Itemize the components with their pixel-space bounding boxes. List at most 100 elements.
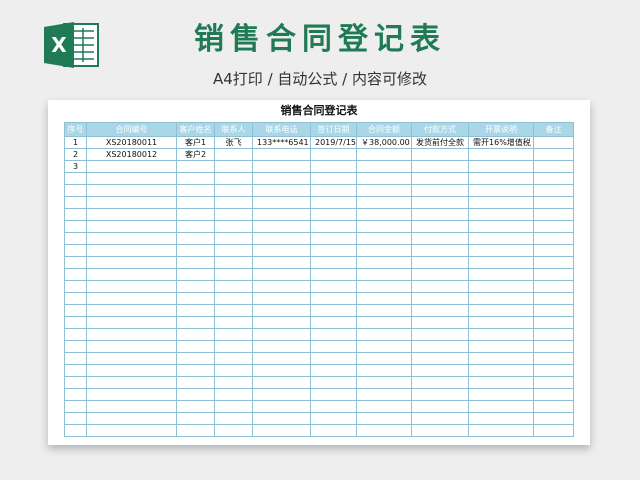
table-cell[interactable] — [309, 316, 358, 329]
table-cell[interactable] — [468, 316, 535, 329]
table-cell[interactable] — [411, 400, 470, 413]
table-cell[interactable] — [214, 292, 253, 305]
table-cell[interactable] — [468, 184, 535, 197]
table-cell[interactable] — [86, 196, 177, 209]
table-cell[interactable] — [309, 160, 358, 173]
table-cell[interactable] — [176, 292, 215, 305]
table-cell[interactable] — [64, 184, 87, 197]
table-cell[interactable] — [214, 184, 253, 197]
table-cell[interactable] — [176, 304, 215, 317]
table-cell[interactable] — [176, 220, 215, 233]
table-cell[interactable] — [356, 256, 413, 269]
table-cell[interactable] — [533, 208, 575, 221]
table-cell[interactable] — [411, 232, 470, 245]
table-cell[interactable] — [411, 244, 470, 257]
table-cell[interactable] — [176, 400, 215, 413]
table-cell[interactable] — [533, 316, 575, 329]
table-cell[interactable] — [309, 376, 358, 389]
table-cell[interactable] — [356, 328, 413, 341]
table-cell[interactable] — [309, 388, 358, 401]
table-cell[interactable] — [411, 172, 470, 185]
table-cell[interactable] — [86, 364, 177, 377]
table-cell[interactable] — [86, 280, 177, 293]
table-cell[interactable]: 133****6541 — [252, 136, 311, 149]
table-cell[interactable]: 需开16%增值税 — [468, 136, 535, 149]
table-cell[interactable] — [468, 268, 535, 281]
table-cell[interactable] — [86, 172, 177, 185]
table-cell[interactable] — [64, 196, 87, 209]
table-cell[interactable]: 张飞 — [214, 136, 253, 149]
table-cell[interactable] — [533, 388, 575, 401]
table-cell[interactable] — [468, 328, 535, 341]
table-cell[interactable] — [356, 364, 413, 377]
table-cell[interactable] — [252, 172, 311, 185]
table-cell[interactable] — [411, 376, 470, 389]
table-cell[interactable] — [356, 424, 413, 437]
table-cell[interactable] — [533, 268, 575, 281]
table-cell[interactable] — [86, 160, 177, 173]
table-cell[interactable] — [86, 208, 177, 221]
table-cell[interactable] — [468, 364, 535, 377]
table-cell[interactable] — [309, 364, 358, 377]
table-cell[interactable] — [214, 232, 253, 245]
table-cell[interactable] — [411, 412, 470, 425]
table-cell[interactable] — [214, 268, 253, 281]
table-cell[interactable] — [176, 160, 215, 173]
table-cell[interactable] — [309, 280, 358, 293]
table-cell[interactable] — [309, 400, 358, 413]
table-cell[interactable] — [356, 352, 413, 365]
table-cell[interactable] — [64, 280, 87, 293]
table-cell[interactable] — [176, 172, 215, 185]
table-cell[interactable] — [64, 352, 87, 365]
table-cell[interactable] — [176, 268, 215, 281]
table-cell[interactable] — [468, 148, 535, 161]
table-cell[interactable] — [252, 412, 311, 425]
table-cell[interactable] — [176, 316, 215, 329]
table-cell[interactable] — [214, 244, 253, 257]
table-cell[interactable] — [64, 400, 87, 413]
table-cell[interactable] — [176, 376, 215, 389]
table-cell[interactable] — [252, 160, 311, 173]
table-cell[interactable]: 1 — [64, 136, 87, 149]
table-cell[interactable] — [411, 208, 470, 221]
table-cell[interactable] — [64, 424, 87, 437]
table-cell[interactable] — [411, 328, 470, 341]
table-cell[interactable] — [533, 328, 575, 341]
table-cell[interactable] — [468, 208, 535, 221]
table-cell[interactable] — [86, 292, 177, 305]
table-cell[interactable] — [411, 424, 470, 437]
table-cell[interactable] — [533, 340, 575, 353]
table-cell[interactable]: 发货前付全款 — [411, 136, 470, 149]
table-cell[interactable] — [356, 244, 413, 257]
table-cell[interactable] — [356, 280, 413, 293]
table-cell[interactable] — [309, 412, 358, 425]
table-cell[interactable]: 客户1 — [176, 136, 215, 149]
table-cell[interactable] — [411, 148, 470, 161]
table-cell[interactable] — [411, 316, 470, 329]
table-cell[interactable] — [176, 196, 215, 209]
table-cell[interactable] — [533, 424, 575, 437]
table-cell[interactable] — [64, 412, 87, 425]
table-cell[interactable] — [309, 208, 358, 221]
table-cell[interactable] — [356, 316, 413, 329]
table-cell[interactable] — [356, 268, 413, 281]
table-cell[interactable] — [356, 412, 413, 425]
table-cell[interactable] — [468, 400, 535, 413]
table-cell[interactable] — [252, 208, 311, 221]
table-cell[interactable] — [252, 304, 311, 317]
table-cell[interactable] — [86, 352, 177, 365]
table-cell[interactable] — [356, 208, 413, 221]
table-cell[interactable] — [64, 220, 87, 233]
table-cell[interactable] — [468, 220, 535, 233]
table-cell[interactable] — [86, 328, 177, 341]
table-cell[interactable]: XS20180011 — [86, 136, 177, 149]
table-cell[interactable] — [468, 244, 535, 257]
table-cell[interactable] — [468, 352, 535, 365]
table-cell[interactable] — [411, 304, 470, 317]
table-cell[interactable] — [533, 412, 575, 425]
table-cell[interactable] — [468, 388, 535, 401]
table-cell[interactable] — [252, 340, 311, 353]
table-cell[interactable] — [533, 256, 575, 269]
table-cell[interactable] — [356, 148, 413, 161]
table-cell[interactable] — [411, 364, 470, 377]
